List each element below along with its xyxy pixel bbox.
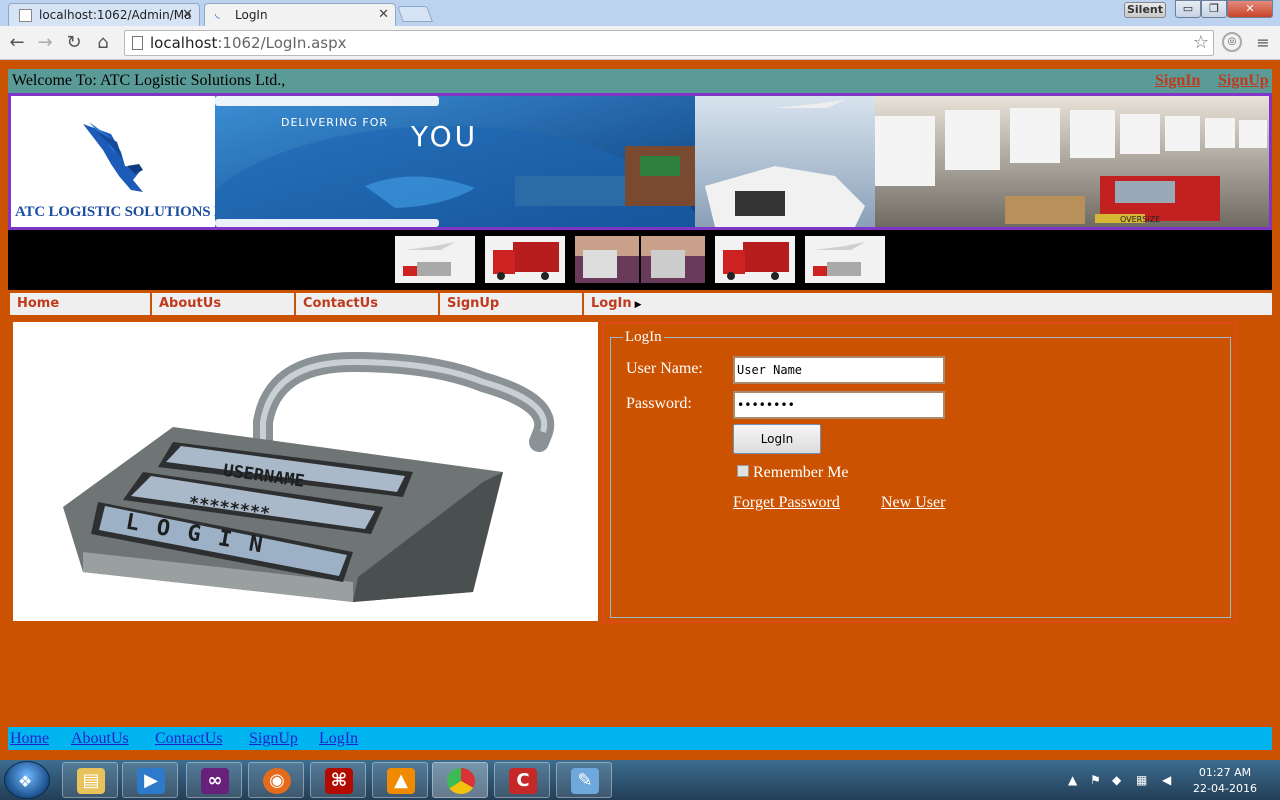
taskbar-firefox[interactable]: ◉ (248, 762, 304, 798)
main-menu: Home AboutUs ContactUs SignUp LogIn ▶ (8, 293, 1272, 315)
clock-date: 22-04-2016 (1193, 782, 1257, 795)
tray-expand-icon[interactable]: ▲ (1068, 773, 1077, 787)
username-label: User Name: (626, 360, 703, 377)
reload-icon[interactable]: ↻ (63, 32, 85, 54)
acrobat-icon: ⌘ (325, 768, 353, 794)
browser-toolbar: ← → ↻ ⌂ localhost:1062/LogIn.aspx ☆ ◎ ≡ (0, 26, 1280, 60)
footer-link-signup[interactable]: SignUp (249, 730, 298, 748)
visual-studio-icon: ∞ (201, 768, 229, 794)
footer-link-contactus[interactable]: ContactUs (155, 730, 223, 748)
bookmark-star-icon[interactable]: ☆ (1193, 32, 1209, 53)
menu-item-contactus[interactable]: ContactUs (296, 293, 440, 315)
thumbnail-sunset-trucks (575, 236, 705, 283)
ccleaner-icon: C (509, 768, 537, 794)
signin-link[interactable]: SignIn (1155, 72, 1200, 90)
page-favicon-icon (19, 9, 32, 22)
username-input[interactable]: User Name (733, 356, 945, 384)
footer-link-aboutus[interactable]: AboutUs (71, 730, 129, 748)
padlock-illustration: USERNAME ******** LOGIN (63, 351, 555, 602)
home-icon[interactable]: ⌂ (92, 32, 114, 54)
remember-me-checkbox[interactable] (737, 465, 749, 477)
password-input[interactable]: •••••••• (733, 391, 945, 419)
welcome-bar: Welcome To: ATC Logistic Solutions Ltd.,… (8, 69, 1272, 93)
paint-icon: ✎ (571, 768, 599, 794)
welcome-text: Welcome To: ATC Logistic Solutions Ltd., (12, 72, 286, 89)
signup-link[interactable]: SignUp (1218, 72, 1269, 90)
taskbar-ccleaner[interactable]: C (494, 762, 550, 798)
eagle-logo-icon (83, 122, 143, 192)
taskbar-clock[interactable]: 01:27 AM 22-04-2016 (1190, 765, 1260, 797)
tray-network-icon[interactable]: ▦ (1136, 773, 1147, 787)
clock-time: 01:27 AM (1198, 766, 1252, 779)
menu-item-login[interactable]: LogIn ▶ (584, 293, 728, 315)
taskbar-acrobat[interactable]: ⌘ (310, 762, 366, 798)
login-legend: LogIn (623, 329, 664, 346)
taskbar-paint[interactable]: ✎ (556, 762, 612, 798)
new-user-link[interactable]: New User (881, 494, 945, 512)
banner-tagline: DELIVERING FOR YOU (281, 116, 475, 153)
login-lock-image: USERNAME ******** LOGIN (13, 322, 598, 621)
start-button[interactable]: ❖ (4, 761, 50, 799)
tab-title: localhost:1062/Admin/Ma (39, 8, 192, 22)
loading-favicon-icon: ◟ (215, 6, 220, 20)
tab-title: LogIn (235, 8, 268, 22)
login-fieldset: LogIn User Name: User Name Password: •••… (610, 329, 1231, 618)
tray-flag-icon[interactable]: ⚑ (1090, 773, 1101, 787)
taskbar-chrome[interactable] (432, 762, 488, 798)
forget-password-link[interactable]: Forget Password (733, 494, 840, 512)
oversize-sign-text: OVERSIZE (1120, 215, 1160, 224)
tray-app-icon[interactable]: ◆ (1112, 773, 1121, 787)
browser-tab-admin[interactable]: localhost:1062/Admin/Ma ✕ (8, 3, 200, 26)
footer-link-home[interactable]: Home (10, 730, 49, 748)
tagline-small: DELIVERING FOR (281, 116, 389, 129)
browser-tab-login[interactable]: ◟ LogIn ✕ (204, 3, 396, 26)
submenu-arrow-icon: ▶ (634, 300, 642, 310)
forward-icon[interactable]: → (34, 32, 56, 54)
chrome-icon (447, 768, 475, 794)
tray-volume-icon[interactable]: ◀ (1162, 773, 1171, 787)
windows-taskbar: ❖ ▤ ▶ ∞ ◉ ⌘ ▲ C ✎ (0, 760, 1280, 800)
taskbar-media-player[interactable]: ▶ (122, 762, 178, 798)
media-player-icon: ▶ (137, 768, 165, 794)
tab-close-icon[interactable]: ✕ (182, 7, 193, 22)
minimize-button[interactable]: ▭ (1175, 0, 1201, 18)
firefox-icon: ◉ (263, 768, 291, 794)
silent-badge: Silent (1124, 2, 1166, 18)
taskbar-vlc[interactable]: ▲ (372, 762, 428, 798)
windows-logo-icon: ❖ (18, 772, 33, 791)
menu-item-home[interactable]: Home (8, 293, 152, 315)
thumbnail-red-truck-2 (715, 236, 795, 283)
vlc-icon: ▲ (387, 768, 415, 794)
thumbnail-strip (8, 230, 1272, 290)
login-button[interactable]: LogIn (733, 424, 821, 454)
close-window-button[interactable]: ✕ (1227, 0, 1273, 18)
thumbnail-plane-truck (395, 236, 475, 283)
banner: ATC LOGISTIC SOLUTIONS LTD., OVERSIZE DE… (8, 93, 1272, 230)
new-tab-button[interactable] (397, 6, 433, 22)
taskbar-explorer[interactable]: ▤ (62, 762, 118, 798)
footer-nav: Home AboutUs ContactUs SignUp LogIn (8, 727, 1272, 750)
taskbar-visual-studio[interactable]: ∞ (186, 762, 242, 798)
menu-item-aboutus[interactable]: AboutUs (152, 293, 296, 315)
thumbnail-plane-truck-2 (805, 236, 885, 283)
tab-close-icon[interactable]: ✕ (378, 7, 389, 22)
back-icon[interactable]: ← (6, 32, 28, 54)
password-label: Password: (626, 395, 692, 412)
tagline-big: YOU (411, 120, 479, 153)
menu-item-signup[interactable]: SignUp (440, 293, 584, 315)
footer-link-login[interactable]: LogIn (319, 730, 358, 748)
login-panel: LogIn User Name: User Name Password: •••… (602, 322, 1237, 623)
address-bar[interactable]: localhost:1062/LogIn.aspx ☆ (124, 30, 1214, 56)
page-icon (132, 36, 143, 50)
thumbnail-red-truck (485, 236, 565, 283)
extension-icon[interactable]: ◎ (1222, 32, 1242, 52)
browser-tabstrip: localhost:1062/Admin/Ma ✕ ◟ LogIn ✕ Sile… (0, 0, 1280, 26)
menu-icon[interactable]: ≡ (1252, 32, 1274, 54)
maximize-button[interactable]: ❐ (1201, 0, 1227, 18)
url-text: localhost:1062/LogIn.aspx (150, 34, 347, 52)
remember-me-label: Remember Me (753, 464, 849, 481)
folder-icon: ▤ (77, 768, 105, 794)
company-logo: ATC LOGISTIC SOLUTIONS LTD., (11, 96, 250, 227)
